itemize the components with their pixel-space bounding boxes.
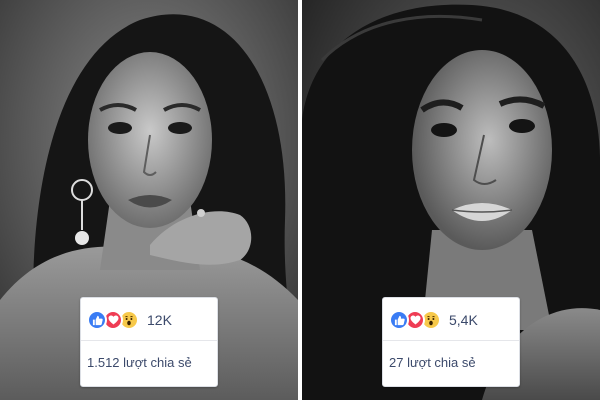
reaction-count[interactable]: 12K bbox=[147, 312, 172, 328]
like-icon bbox=[389, 310, 409, 330]
reactions-row: 12K bbox=[87, 308, 211, 332]
reaction-card-right: 5,4K 27 lượt chia sẻ bbox=[382, 297, 520, 387]
shares-row: 27 lượt chia sẻ bbox=[389, 352, 513, 372]
reactions-row: 5,4K bbox=[389, 308, 513, 332]
reaction-card-left: 12K 1.512 lượt chia sẻ bbox=[80, 297, 218, 387]
reaction-count[interactable]: 5,4K bbox=[449, 312, 478, 328]
photo-panel-left: 12K 1.512 lượt chia sẻ bbox=[0, 0, 298, 400]
like-icon bbox=[87, 310, 107, 330]
shares-row: 1.512 lượt chia sẻ bbox=[87, 352, 211, 372]
share-count[interactable]: 1.512 lượt chia sẻ bbox=[87, 355, 192, 370]
share-count[interactable]: 27 lượt chia sẻ bbox=[389, 355, 476, 370]
photo-panel-right: 5,4K 27 lượt chia sẻ bbox=[302, 0, 600, 400]
card-divider bbox=[383, 340, 519, 341]
card-divider bbox=[81, 340, 217, 341]
